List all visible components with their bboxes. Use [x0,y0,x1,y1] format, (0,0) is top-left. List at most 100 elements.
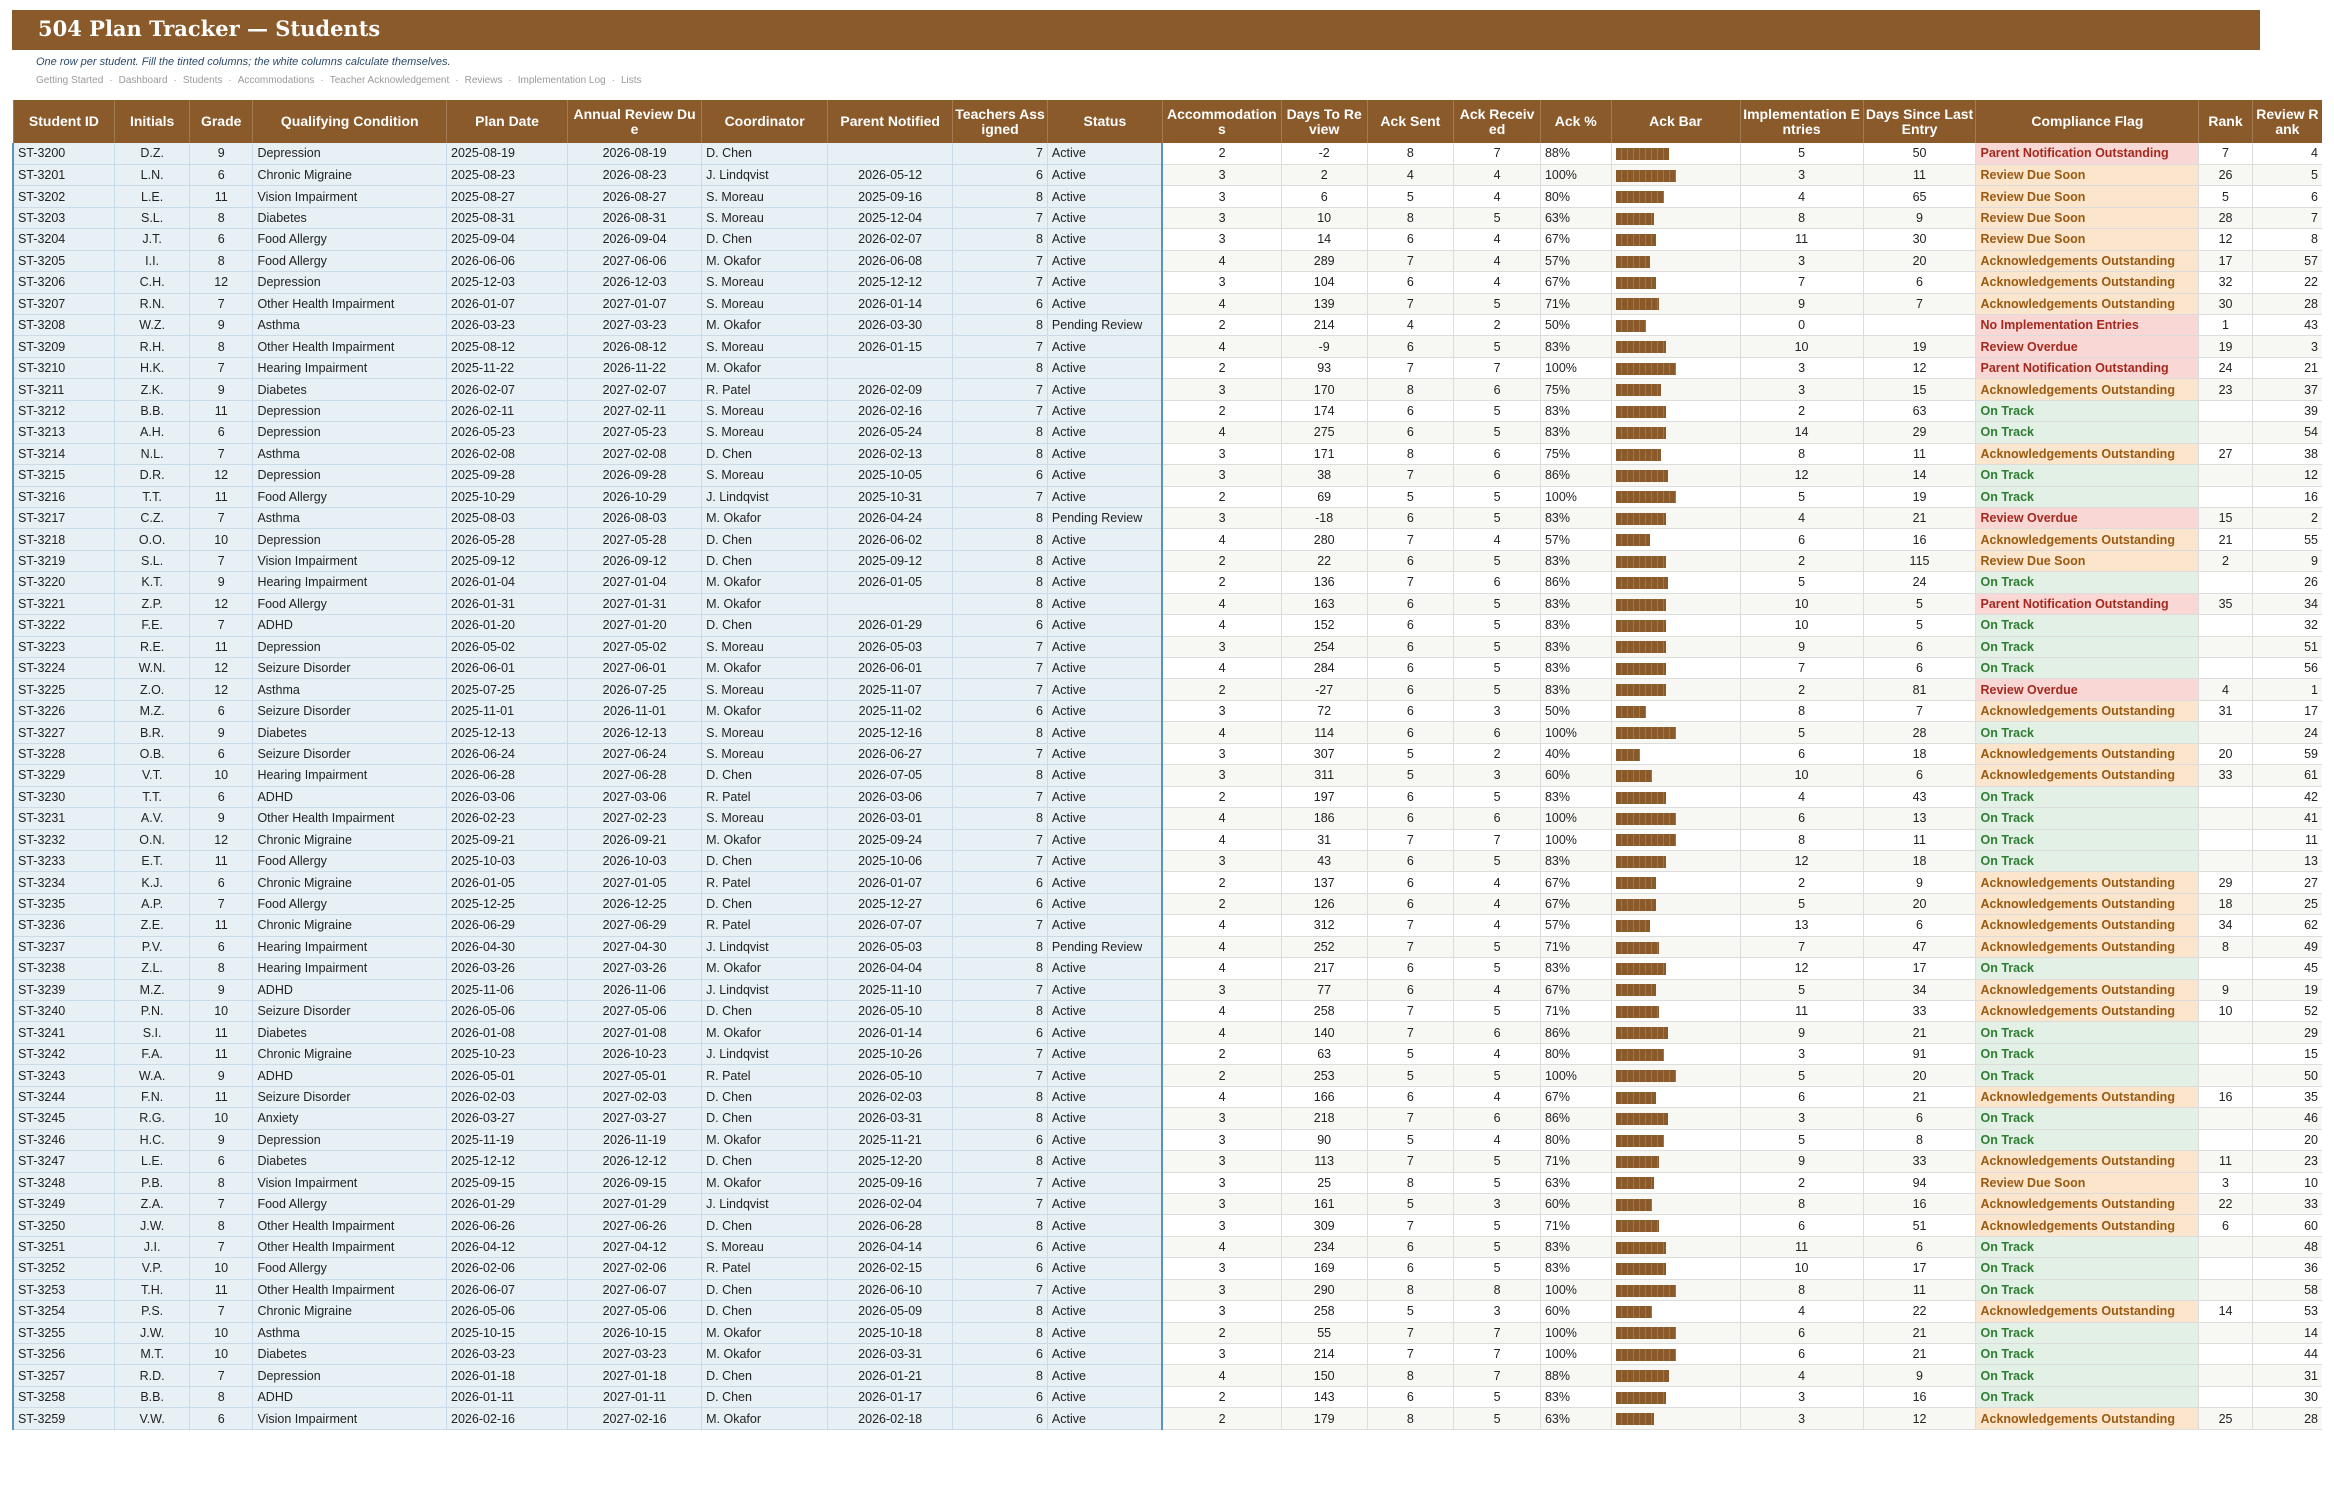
table-row[interactable]: ST-3240 P.N. 10 Seizure Disorder 2026-05-06 2… [12,1000,2322,1023]
cell-initials[interactable]: J.W. [114,1322,190,1345]
cell-days-to-review[interactable]: 307 [1280,743,1368,766]
cell-coordinator[interactable]: S. Moreau [701,271,829,294]
cell-implementation-entries[interactable]: 6 [1739,1086,1864,1109]
cell-ack-sent[interactable]: 6 [1366,721,1454,744]
cell-grade[interactable]: 11 [188,1043,254,1066]
cell-days-to-review[interactable]: 126 [1280,893,1368,916]
table-row[interactable]: ST-3255 J.W. 10 Asthma 2025-10-15 2026-10-15 M… [12,1322,2322,1345]
cell-review-rank[interactable]: 57 [2251,250,2322,273]
cell-days-since-last-entry[interactable]: 21 [1862,1322,1976,1345]
cell-qualifying-condition[interactable]: Hearing Impairment [252,357,448,380]
cell-compliance-flag[interactable]: On Track [1975,1064,2199,1087]
cell-ack-bar[interactable] [1610,743,1741,766]
cell-implementation-entries[interactable]: 8 [1739,1193,1864,1216]
cell-plan-date[interactable]: 2025-11-01 [446,700,569,723]
cell-implementation-entries[interactable]: 9 [1739,1021,1864,1044]
cell-plan-date[interactable]: 2025-12-03 [446,271,569,294]
cell-ack-bar[interactable] [1610,1021,1741,1044]
cell-parent-notified[interactable]: 2026-07-05 [827,764,954,787]
cell-ack-sent[interactable]: 6 [1366,335,1454,358]
cell-grade[interactable]: 9 [188,378,254,401]
cell-student-id[interactable]: ST-3248 [12,1172,116,1194]
table-row[interactable]: ST-3222 F.E. 7 ADHD 2026-01-20 2027-01-20 D. C… [12,614,2322,637]
cell-annual-review-due[interactable]: 2026-08-03 [567,507,703,530]
cell-grade[interactable]: 7 [188,614,254,637]
cell-days-to-review[interactable]: 309 [1280,1214,1368,1237]
cell-implementation-entries[interactable]: 5 [1739,979,1864,1002]
column-header-parent-notified[interactable]: Parent Notified [827,100,953,143]
cell-qualifying-condition[interactable]: Chronic Migraine [252,164,448,187]
cell-status[interactable]: Active [1046,357,1164,380]
cell-compliance-flag[interactable]: On Track [1975,786,2199,809]
cell-parent-notified[interactable]: 2026-03-30 [827,314,954,337]
cell-student-id[interactable]: ST-3213 [12,421,116,444]
cell-plan-date[interactable]: 2026-01-31 [446,593,569,616]
cell-grade[interactable]: 12 [188,464,254,487]
cell-ack-sent[interactable]: 6 [1366,871,1454,894]
cell-ack-sent[interactable]: 7 [1366,571,1454,594]
cell-student-id[interactable]: ST-3219 [12,550,116,573]
cell-rank[interactable]: 10 [2198,1000,2253,1023]
cell-student-id[interactable]: ST-3247 [12,1150,116,1173]
cell-compliance-flag[interactable]: Acknowledgements Outstanding [1975,1000,2199,1023]
cell-plan-date[interactable]: 2026-03-23 [446,314,569,337]
cell-initials[interactable]: T.H. [114,1279,190,1302]
cell-days-to-review[interactable]: 38 [1280,464,1368,487]
cell-plan-date[interactable]: 2026-03-23 [446,1343,569,1366]
cell-days-since-last-entry[interactable]: 6 [1862,1107,1976,1130]
cell-status[interactable]: Active [1046,250,1164,273]
cell-review-rank[interactable]: 4 [2251,143,2322,165]
cell-coordinator[interactable]: D. Chen [701,1279,829,1302]
cell-ack-[interactable]: 60% [1539,764,1612,787]
cell-rank[interactable]: 18 [2198,893,2253,916]
cell-plan-date[interactable]: 2026-01-11 [446,1386,569,1409]
cell-review-rank[interactable]: 9 [2251,550,2322,573]
cell-grade[interactable]: 6 [188,936,254,959]
cell-teachers-assigned[interactable]: 8 [952,528,1048,551]
cell-rank[interactable] [2198,1364,2253,1387]
cell-parent-notified[interactable] [827,143,954,165]
cell-days-since-last-entry[interactable]: 14 [1862,464,1976,487]
cell-days-to-review[interactable]: 6 [1280,185,1368,208]
cell-grade[interactable]: 12 [188,593,254,616]
cell-coordinator[interactable]: R. Patel [701,914,829,937]
cell-annual-review-due[interactable]: 2026-12-12 [567,1150,703,1173]
cell-status[interactable]: Active [1046,486,1164,508]
cell-parent-notified[interactable]: 2025-12-12 [827,271,954,294]
column-header-student-id[interactable]: Student ID [12,100,115,143]
cell-ack-sent[interactable]: 7 [1366,357,1454,380]
cell-student-id[interactable]: ST-3229 [12,764,116,787]
cell-ack-[interactable]: 83% [1539,614,1612,637]
cell-days-since-last-entry[interactable]: 12 [1862,1407,1976,1430]
cell-implementation-entries[interactable]: 8 [1739,443,1864,466]
cell-teachers-assigned[interactable]: 8 [952,1322,1048,1345]
cell-ack-received[interactable]: 5 [1453,507,1541,530]
cell-plan-date[interactable]: 2026-01-07 [446,293,569,316]
cell-days-since-last-entry[interactable] [1862,314,1976,337]
cell-days-to-review[interactable]: 25 [1280,1172,1368,1194]
cell-parent-notified[interactable]: 2026-01-17 [827,1386,954,1409]
cell-ack-received[interactable]: 5 [1453,1407,1541,1430]
cell-days-to-review[interactable]: 275 [1280,421,1368,444]
cell-annual-review-due[interactable]: 2026-09-28 [567,464,703,487]
table-row[interactable]: ST-3252 V.P. 10 Food Allergy 2026-02-06 2027-… [12,1257,2322,1280]
cell-days-since-last-entry[interactable]: 19 [1862,335,1976,358]
cell-ack-sent[interactable]: 5 [1366,1193,1454,1216]
cell-ack-sent[interactable]: 6 [1366,1086,1454,1109]
cell-teachers-assigned[interactable]: 6 [952,464,1048,487]
cell-ack-sent[interactable]: 5 [1366,486,1454,508]
cell-coordinator[interactable]: S. Moreau [701,335,829,358]
cell-review-rank[interactable]: 16 [2251,486,2322,508]
cell-ack-sent[interactable]: 6 [1366,1386,1454,1409]
cell-coordinator[interactable]: D. Chen [701,614,829,637]
cell-rank[interactable] [2198,786,2253,809]
cell-ack-received[interactable]: 5 [1453,1172,1541,1194]
cell-ack-received[interactable]: 5 [1453,678,1541,701]
cell-annual-review-due[interactable]: 2027-02-03 [567,1086,703,1109]
cell-student-id[interactable]: ST-3232 [12,829,116,851]
cell-grade[interactable]: 10 [188,1322,254,1345]
cell-review-rank[interactable]: 45 [2251,957,2322,980]
cell-coordinator[interactable]: D. Chen [701,1150,829,1173]
cell-ack-[interactable]: 100% [1539,1064,1612,1087]
cell-initials[interactable]: P.N. [114,1000,190,1023]
